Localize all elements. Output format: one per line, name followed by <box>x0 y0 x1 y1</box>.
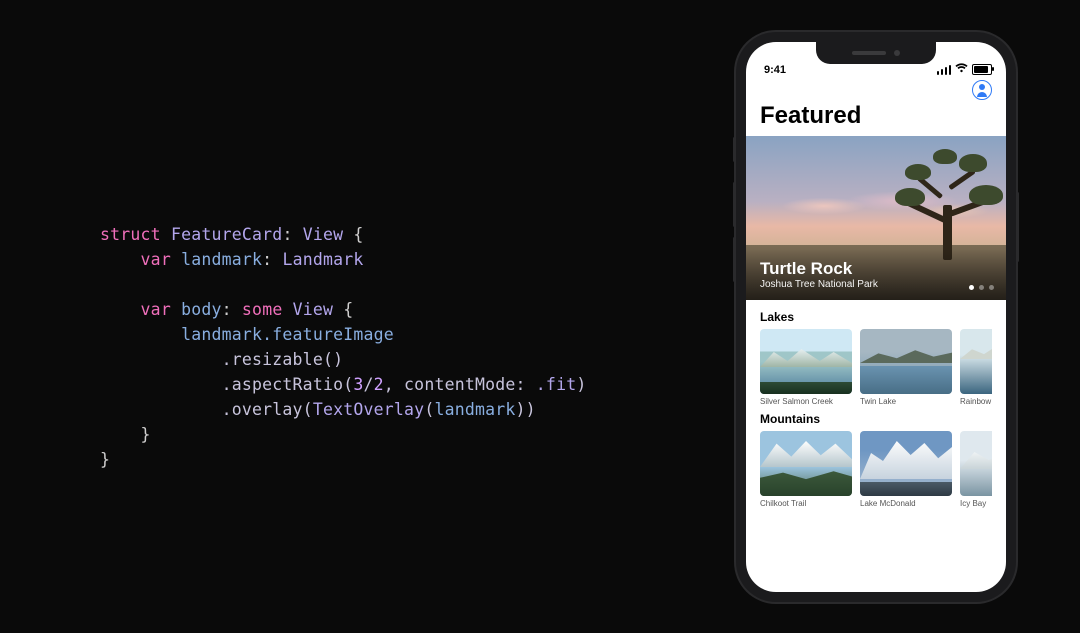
keyword-var: var <box>141 250 171 269</box>
thumbnail <box>760 431 852 496</box>
type-landmark: Landmark <box>282 250 363 269</box>
phone-mute-switch <box>733 137 736 162</box>
feature-title: Turtle Rock <box>760 259 992 279</box>
phone-volume-up <box>733 182 736 227</box>
list-item[interactable]: Rainbow La <box>960 329 992 406</box>
type-view: View <box>293 300 334 319</box>
lakes-row[interactable]: Silver Salmon Creek Twin Lake Rainbow La <box>760 329 992 406</box>
wifi-icon <box>955 63 968 76</box>
phone-power-button <box>1016 192 1019 262</box>
page-dot[interactable] <box>979 285 984 290</box>
caption: Twin Lake <box>860 397 952 406</box>
phone-camera <box>894 50 900 56</box>
battery-icon <box>972 64 992 75</box>
signal-icon <box>937 65 952 75</box>
phone-screen: 9:41 Featured <box>746 42 1006 592</box>
keyword-struct: struct <box>100 225 161 244</box>
thumbnail <box>760 329 852 394</box>
call-resizable: .resizable() <box>222 350 344 369</box>
list-item[interactable]: Lake McDonald <box>860 431 952 508</box>
section-title: Lakes <box>760 310 992 324</box>
profile-icon[interactable] <box>972 80 992 100</box>
thumbnail <box>860 431 952 496</box>
thumbnail <box>860 329 952 394</box>
keyword-some: some <box>242 300 283 319</box>
protocol-view: View <box>303 225 344 244</box>
phone-mockup: 9:41 Featured <box>736 32 1016 602</box>
feature-card[interactable]: Turtle Rock Joshua Tree National Park <box>746 136 1006 300</box>
caption: Silver Salmon Creek <box>760 397 852 406</box>
expr-landmark-featureimage: landmark.featureImage <box>181 325 394 344</box>
feature-subtitle: Joshua Tree National Park <box>760 279 992 290</box>
list-item[interactable]: Chilkoot Trail <box>760 431 852 508</box>
caption: Icy Bay <box>960 499 992 508</box>
section-mountains: Mountains Chilkoot Trail Lake McDonald I… <box>746 408 1006 510</box>
feature-text-overlay: Turtle Rock Joshua Tree National Park <box>746 249 1006 300</box>
phone-volume-down <box>733 237 736 282</box>
mountains-row[interactable]: Chilkoot Trail Lake McDonald Icy Bay <box>760 431 992 508</box>
code-block: struct FeatureCard: View { var landmark:… <box>100 222 586 472</box>
tree-icon <box>897 160 992 260</box>
phone-notch <box>816 42 936 64</box>
status-time: 9:41 <box>764 64 786 76</box>
prop-body: body <box>181 300 222 319</box>
thumbnail <box>960 329 992 394</box>
page-dot[interactable] <box>969 285 974 290</box>
section-title: Mountains <box>760 412 992 426</box>
caption: Chilkoot Trail <box>760 499 852 508</box>
list-item[interactable]: Icy Bay <box>960 431 992 508</box>
call-aspectratio: .aspectRatio(3/2, contentMode: .fit) <box>222 375 587 394</box>
page-dots[interactable] <box>969 285 994 290</box>
phone-speaker <box>852 51 886 55</box>
list-item[interactable]: Twin Lake <box>860 329 952 406</box>
list-item[interactable]: Silver Salmon Creek <box>760 329 852 406</box>
prop-landmark: landmark <box>181 250 262 269</box>
page-title: Featured <box>746 100 1006 136</box>
caption: Lake McDonald <box>860 499 952 508</box>
thumbnail <box>960 431 992 496</box>
call-overlay: .overlay(TextOverlay(landmark)) <box>222 400 536 419</box>
page-dot[interactable] <box>989 285 994 290</box>
keyword-var: var <box>141 300 171 319</box>
section-lakes: Lakes Silver Salmon Creek Twin Lake Rain… <box>746 306 1006 408</box>
caption: Rainbow La <box>960 397 992 406</box>
type-featurecard: FeatureCard <box>171 225 282 244</box>
